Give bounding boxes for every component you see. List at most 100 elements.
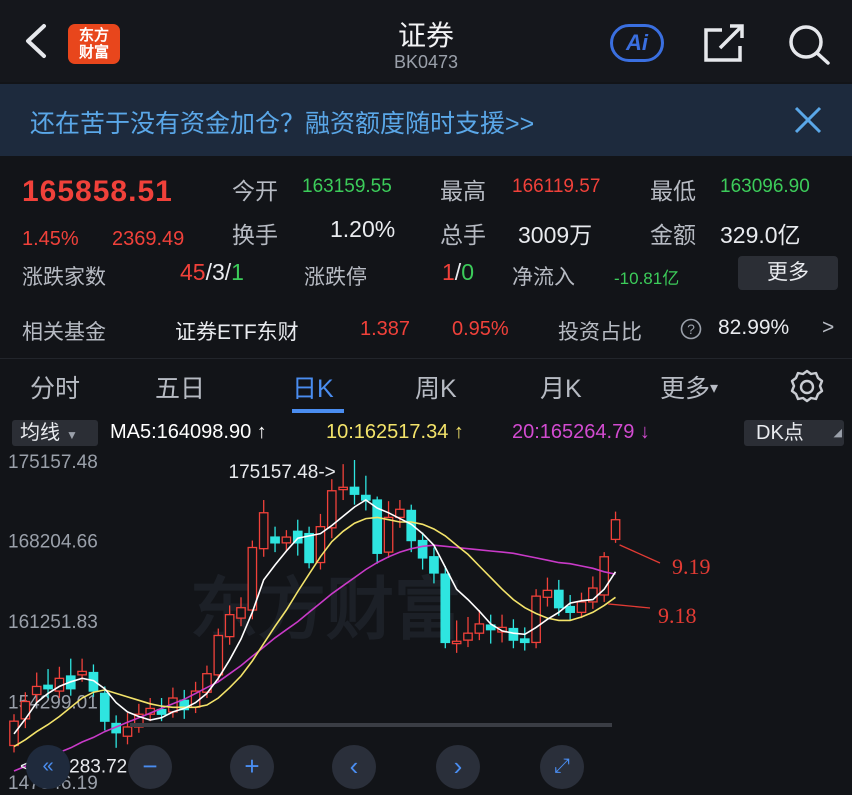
fund-label: 相关基金 — [22, 321, 106, 344]
netflow-label: 净流入 — [512, 266, 575, 289]
ma20-readout: 20:165264.79 ↓ — [512, 421, 650, 443]
candle-body — [531, 595, 541, 644]
banner-text[interactable]: 还在苦于没有资金加仓？融资额度随时支援>> — [30, 104, 534, 140]
candle-body — [542, 589, 553, 598]
ma-select[interactable]: 均线 ▼ — [12, 420, 98, 446]
candle-body — [576, 601, 587, 613]
tab-five-day[interactable]: 五日 — [155, 369, 205, 405]
share-icon[interactable] — [700, 22, 748, 66]
low-label: 最低 — [650, 178, 696, 204]
candle-body — [31, 685, 42, 696]
help-icon[interactable]: ? — [680, 318, 702, 340]
chevron-down-icon: ▾ — [710, 380, 719, 397]
breadth-values: 45/3/1 — [180, 259, 244, 286]
related-fund-row[interactable]: 相关基金 证券ETF东财 1.387 0.95% 投资占比 ? 82.99% > — [0, 304, 852, 348]
zoom-out-button[interactable]: − — [128, 745, 172, 789]
gear-icon[interactable] — [786, 367, 828, 407]
candle-body — [474, 623, 485, 634]
header-bar: 东方 财富 证券 BK0473 Ai — [0, 0, 852, 82]
high-label: 最高 — [440, 178, 486, 204]
limit-values: 1/0 — [442, 259, 474, 286]
search-icon[interactable] — [784, 22, 832, 66]
candle-body — [258, 512, 269, 550]
tab-weekly-k[interactable]: 周K — [415, 369, 457, 405]
fund-name[interactable]: 证券ETF东财 — [175, 316, 299, 346]
candle-body — [304, 532, 314, 564]
candle-body — [395, 508, 405, 519]
turnover-value: 1.20% — [330, 216, 396, 242]
open-value: 163159.55 — [302, 176, 392, 197]
candle-body — [224, 614, 235, 638]
candle-body — [519, 638, 530, 644]
tab-daily-k[interactable]: 日K — [292, 369, 334, 405]
tab-more-label: 更多 — [660, 375, 711, 403]
candle-body — [451, 640, 462, 645]
active-tab-underline — [292, 409, 344, 413]
fund-arrow-icon[interactable]: > — [822, 316, 834, 340]
dk-corner-icon: ◢ — [833, 427, 842, 439]
amount-value: 329.0亿 — [720, 222, 801, 248]
candle-body — [406, 509, 417, 542]
fullscreen-button[interactable]: ⤢ — [540, 745, 584, 789]
breadth-down: 1 — [231, 259, 244, 285]
y-tick-label: 161251.83 — [8, 612, 98, 633]
candle-body — [122, 726, 133, 737]
ma-dropdown-icon: ▼ — [66, 428, 78, 442]
tab-intraday[interactable]: 分时 — [30, 369, 80, 405]
breadth-label: 涨跌家数 — [22, 266, 106, 289]
candlestick-chart[interactable]: 东方财富175157.48168204.66161251.83154299.01… — [0, 448, 852, 795]
candle-body — [338, 486, 349, 491]
candle-body — [383, 516, 394, 553]
y-tick-label: 168204.66 — [8, 532, 98, 553]
candle-body — [440, 573, 451, 644]
low-value: 163096.90 — [720, 176, 810, 197]
tab-more[interactable]: 更多▾ — [660, 369, 718, 405]
tab-monthly-k[interactable]: 月K — [540, 369, 582, 405]
volume-value: 3009万 — [518, 222, 593, 248]
netflow-value: -10.81亿 — [614, 269, 680, 288]
breadth-up: 45 — [180, 259, 206, 285]
candle-body — [77, 670, 87, 676]
ma-select-label: 均线 — [20, 422, 60, 444]
max-price-annotation: 175157.48-> — [229, 462, 336, 483]
chart-scroll-track — [130, 723, 612, 727]
amount-label: 金额 — [650, 222, 696, 248]
fund-price: 1.387 — [360, 318, 411, 340]
fund-pct: 0.95% — [452, 318, 509, 340]
volume-label: 总手 — [440, 222, 486, 248]
collapse-left-button[interactable]: « — [26, 745, 70, 789]
breadth-flat: 3 — [211, 259, 225, 285]
watermark: 东方财富 — [190, 571, 462, 650]
period-tabs: 分时 五日 日K 周K 月K 更多▾ — [0, 358, 852, 415]
high-value: 166119.57 — [512, 176, 601, 197]
dk-point-toggle[interactable]: DK点 ◢ — [744, 420, 844, 446]
limit-label: 涨跌停 — [304, 266, 367, 289]
turnover-label: 换手 — [232, 222, 278, 248]
candle-body — [213, 634, 224, 676]
ma10-readout: 10:162517.34 ↑ — [326, 421, 464, 443]
zoom-in-button[interactable]: + — [230, 745, 274, 789]
scroll-left-button[interactable]: ‹ — [332, 745, 376, 789]
candle-body — [270, 536, 280, 544]
more-button[interactable]: 更多 — [738, 256, 838, 290]
ma5-readout: MA5:164098.90 ↑ — [110, 421, 267, 443]
dk-pointer-line — [619, 544, 661, 564]
candle-body — [610, 519, 621, 541]
limit-down: 0 — [461, 259, 474, 285]
candle-body — [349, 486, 360, 495]
candle-body — [429, 556, 439, 574]
y-tick-label: 175157.48 — [8, 452, 98, 473]
dk-annotation: 9.19 — [672, 554, 711, 579]
candle-body — [463, 632, 473, 641]
financing-banner[interactable]: 还在苦于没有资金加仓？融资额度随时支援>> — [0, 84, 852, 156]
scroll-right-button[interactable]: › — [436, 745, 480, 789]
candle-body — [417, 539, 428, 559]
candle-body — [99, 692, 110, 722]
candle-body — [43, 684, 53, 690]
close-icon[interactable] — [792, 104, 824, 136]
dk-pointer-line — [608, 603, 651, 609]
candle-body — [236, 607, 246, 619]
candle-body — [247, 546, 258, 611]
ratio-value: 82.99% — [718, 316, 790, 339]
ai-assistant-button[interactable]: Ai — [610, 24, 664, 62]
